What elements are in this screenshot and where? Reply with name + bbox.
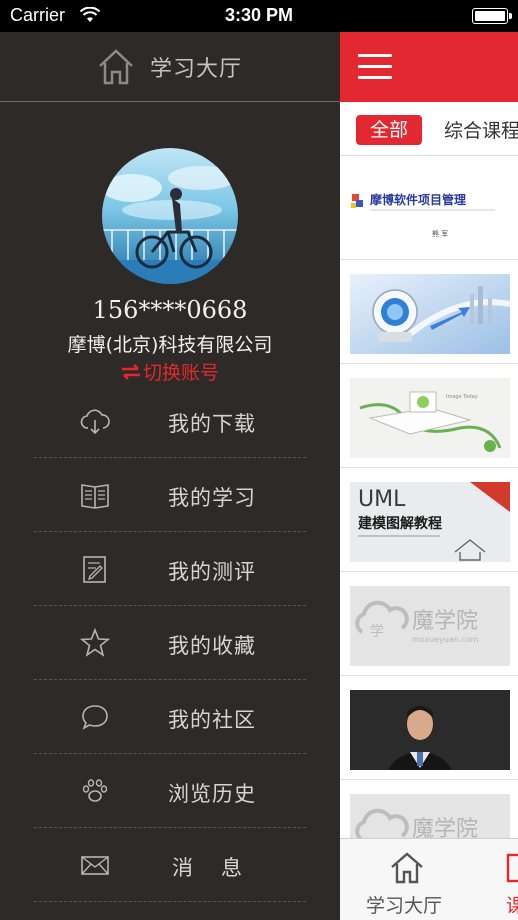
home-icon[interactable]	[390, 851, 424, 885]
menu-toggle-icon[interactable]	[358, 54, 392, 80]
drawer-title: 学习大厅	[150, 57, 243, 82]
course-thumbnail	[350, 690, 510, 770]
menu-label: 消息	[172, 856, 270, 880]
clock: 3:30 PM	[224, 5, 294, 25]
menu-label: 我的测评	[168, 560, 256, 584]
menu-item-community[interactable]: 我的社区	[34, 680, 306, 754]
menu-label: 我的学习	[168, 486, 256, 510]
course-item[interactable]: UML 建模图解教程	[340, 468, 518, 572]
user-company: 摩博(北京)科技有限公司	[67, 334, 273, 356]
course-thumbnail: Image Today	[350, 378, 510, 458]
drawer-header[interactable]: 学习大厅	[0, 32, 340, 102]
menu-label: 我的下载	[168, 412, 256, 436]
thumbnail-subtitle: 建模图解教程	[358, 515, 442, 532]
tab-comprehensive[interactable]: 综合课程	[444, 116, 518, 143]
avatar-image	[102, 148, 238, 284]
edit-note-icon	[83, 556, 106, 583]
menu-label: 浏览历史	[168, 782, 256, 806]
paw-icon	[82, 779, 108, 802]
switch-account-label: 切换账号	[142, 362, 219, 384]
menu-item-assessment[interactable]: 我的测评	[34, 532, 306, 606]
menu-item-messages[interactable]: 消息	[34, 828, 306, 902]
menu-label: 我的社区	[168, 708, 256, 732]
main-panel: 全部 综合课程 摩博软件项目管理 熊 军 Image Today UML 建模图…	[340, 32, 518, 920]
user-phone: 156****0668	[92, 296, 248, 324]
switch-account-link[interactable]: 切换账号	[0, 358, 340, 385]
swap-icon	[121, 364, 140, 380]
thumbnail-title: UML	[358, 487, 406, 512]
course-item[interactable]: 学 魔学院 moxueyuan.com	[340, 572, 518, 676]
menu-item-downloads[interactable]: 我的下载	[34, 384, 306, 458]
battery-icon	[472, 8, 512, 24]
home-icon	[99, 49, 133, 85]
course-thumbnail: 学 魔学院 moxueyuan.com	[350, 586, 510, 666]
menu-label: 我的收藏	[168, 634, 256, 658]
tab-course-label[interactable]: 课	[506, 891, 518, 918]
status-bar: Carrier 3:30 PM	[0, 0, 518, 32]
course-icon[interactable]	[506, 853, 518, 883]
top-bar	[340, 32, 518, 102]
side-drawer: 学习大厅 156****0668 摩博(北京)科技有限公司 切换账号 我的下载 …	[0, 32, 340, 920]
thumbnail-title: 摩博软件项目管理	[370, 192, 466, 207]
course-thumbnail: 摩博软件项目管理 熊 军	[350, 170, 510, 250]
course-item[interactable]	[340, 676, 518, 780]
tab-home-label[interactable]: 学习大厅	[366, 891, 442, 918]
menu-item-history[interactable]: 浏览历史	[34, 754, 306, 828]
thumbnail-author: 熊 军	[432, 229, 448, 238]
cloud-download-icon	[80, 409, 110, 435]
svg-text:学: 学	[370, 624, 384, 640]
course-list: 摩博软件项目管理 熊 军 Image Today UML 建模图解教程 学 魔学…	[340, 156, 518, 884]
course-thumbnail	[350, 274, 510, 354]
drawer-menu: 我的下载 我的学习 我的测评 我的收藏 我的社区 浏览历史 消息	[34, 384, 306, 902]
thumbnail-title: 魔学院	[412, 609, 478, 634]
mail-icon	[81, 856, 109, 875]
category-tabs: 全部 综合课程	[340, 102, 518, 156]
star-icon	[80, 628, 110, 657]
course-item[interactable]: 摩博软件项目管理 熊 军	[340, 156, 518, 260]
avatar[interactable]	[102, 148, 238, 284]
chat-bubble-icon	[82, 705, 108, 730]
bottom-tab-bar: 学习大厅 课	[340, 838, 518, 920]
tab-all[interactable]: 全部	[356, 115, 422, 145]
book-icon	[81, 484, 109, 509]
course-item[interactable]: Image Today	[340, 364, 518, 468]
thumbnail-url: moxueyuan.com	[412, 635, 479, 644]
menu-item-favorites[interactable]: 我的收藏	[34, 606, 306, 680]
course-item[interactable]	[340, 260, 518, 364]
course-thumbnail: UML 建模图解教程	[350, 482, 510, 562]
menu-item-learning[interactable]: 我的学习	[34, 458, 306, 532]
svg-text:Image Today: Image Today	[446, 394, 478, 400]
